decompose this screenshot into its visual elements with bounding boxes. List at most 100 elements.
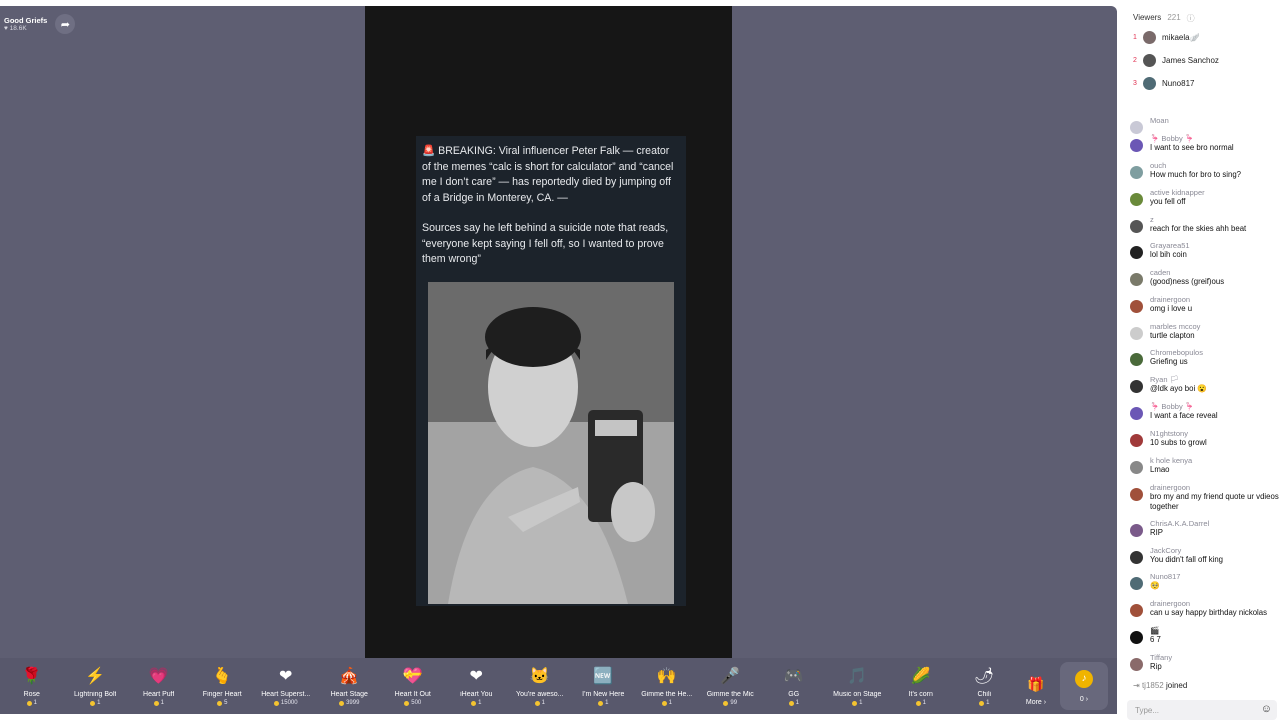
chat-message[interactable]: caden (good)ness (greif)ous (1130, 268, 1224, 287)
join-notice: ⇥ tj1852 joined (1133, 681, 1187, 690)
chat-message[interactable]: ChrisA.K.A.Darrel RIP (1130, 519, 1209, 538)
gift-name: Heart Superst... (261, 691, 311, 698)
chat-text: Lmao (1150, 465, 1170, 474)
coin-icon (788, 700, 794, 706)
chat-message[interactable]: JackCory You didn't fall off king (1130, 546, 1223, 565)
chat-message[interactable]: 🦩 Bobby 🦩 I want to see bro normal (1130, 134, 1234, 153)
chat-message[interactable]: k hole kenya Lmao (1130, 456, 1192, 475)
avatar (1130, 273, 1143, 286)
chat-text: 🥺 (1150, 581, 1160, 590)
more-gifts-button[interactable]: 🎁 More › (1016, 666, 1056, 706)
gift-name: Heart Stage (330, 691, 368, 698)
coin-icon (534, 700, 540, 706)
gift-price: 1 (598, 700, 608, 706)
avatar (1130, 488, 1143, 501)
gift-icon: 🌹 (21, 668, 42, 685)
top-viewer-row[interactable]: 2 James Sanchoz (1133, 54, 1219, 67)
gift-item[interactable]: 🎮 GG 1 (762, 666, 826, 706)
chat-message[interactable]: 🦩 Bobby 🦩 I want a face reveal (1130, 402, 1218, 421)
chat-username: 🦩 Bobby 🦩 (1150, 402, 1195, 411)
chat-username: drainergoon (1150, 295, 1191, 304)
viewers-count: 221 (1167, 13, 1181, 22)
avatar (1130, 577, 1143, 590)
share-icon[interactable]: ➦ (55, 14, 76, 34)
gift-item[interactable]: ❤ Heart Superst... 15000 (254, 666, 318, 706)
join-text: joined (1165, 681, 1188, 690)
viewer-rank: 1 (1133, 34, 1137, 41)
top-viewer-row[interactable]: 1 mikaela🪽 (1133, 31, 1200, 44)
gift-item[interactable]: 🐱 You're aweso... 1 (508, 666, 572, 706)
gift-name: Lightning Bolt (74, 691, 117, 698)
gift-item[interactable]: 🎵 Music on Stage 1 (826, 666, 890, 706)
chat-username: marbles mccoy (1150, 322, 1201, 331)
gift-icon: ⚡ (85, 668, 106, 685)
gift-item[interactable]: 🌹 Rose 1 (0, 666, 64, 706)
chat-text: omg i love u (1150, 304, 1193, 313)
gift-item[interactable]: ❤ iHeart You 1 (445, 666, 509, 706)
chat-message[interactable]: Nuno817 🥺 (1130, 572, 1180, 591)
gift-price: 1 (661, 700, 672, 706)
gift-item[interactable]: 🫰 Finger Heart 5 (191, 666, 255, 706)
gift-name: You're aweso... (516, 691, 564, 698)
gift-price: 15000 (273, 700, 298, 706)
gift-item[interactable]: 🙌 Gimme the He... 1 (635, 666, 699, 706)
viewer-name: mikaela🪽 (1162, 33, 1200, 42)
host-info[interactable]: Good Griefs ♥ 18.6K ➦ (4, 14, 76, 34)
post-text: 🚨 BREAKING: Viral influencer Peter Falk … (416, 136, 686, 268)
chat-message[interactable]: N1ghtstony 10 subs to growl (1130, 429, 1207, 448)
chat-text: Rip (1150, 662, 1162, 671)
gift-item[interactable]: 🎤 Gimme the Mic 99 (699, 666, 763, 706)
chat-message[interactable]: drainergoon omg i love u (1130, 295, 1192, 314)
gift-item[interactable]: 🎪 Heart Stage 3999 (318, 666, 382, 706)
chat-message[interactable]: drainergoon can u say happy birthday nick… (1130, 599, 1267, 618)
chat-message[interactable]: z reach for the skies ahh beat (1130, 215, 1246, 234)
coin-balance-button[interactable]: ♪ 0 › (1060, 662, 1108, 710)
top-viewer-row[interactable]: 3 Nuno817 (1133, 77, 1194, 90)
gift-icon: 🆕 (593, 668, 614, 685)
info-icon[interactable]: ⓘ (1187, 13, 1195, 24)
chat-message[interactable]: Moan (1130, 116, 1169, 134)
viewers-label: Viewers (1133, 13, 1162, 22)
gift-item[interactable]: 🌽 It's corn 1 (889, 666, 953, 706)
chat-message[interactable]: Grayarea51 lol bih coin (1130, 241, 1190, 260)
chat-message[interactable]: Chromebopulos Griefing us (1130, 348, 1203, 367)
gift-item[interactable]: 💝 Heart It Out 500 (381, 666, 445, 706)
chat-message[interactable]: 🎬 6 7 (1130, 626, 1161, 645)
join-user[interactable]: tj1852 (1142, 681, 1164, 690)
chat-message[interactable]: active kidnapper you fell off (1130, 188, 1205, 207)
chat-text: 10 subs to growl (1150, 438, 1207, 447)
video-player[interactable]: 🚨 BREAKING: Viral influencer Peter Falk … (365, 6, 732, 658)
chat-username: active kidnapper (1150, 188, 1205, 197)
chat-username: Nuno817 (1150, 572, 1181, 581)
post-photo (428, 282, 674, 604)
gift-name: Music on Stage (833, 691, 882, 698)
coin-icon (217, 700, 223, 706)
gift-item[interactable]: 🌶 Chili 1 (953, 666, 1017, 706)
viewers-header[interactable]: Viewers 221 ⓘ (1133, 13, 1195, 24)
avatar (1130, 658, 1143, 671)
gift-item[interactable]: 🆕 I'm New Here 1 (572, 666, 636, 706)
chat-message[interactable]: ouch How much for bro to sing? (1130, 161, 1241, 180)
gift-item[interactable]: ⚡ Lightning Bolt 1 (64, 666, 128, 706)
chat-text: you fell off (1150, 197, 1186, 206)
chat-message[interactable]: marbles mccoy turtle clapton (1130, 322, 1200, 341)
chat-username: k hole kenya (1150, 456, 1193, 465)
emoji-icon[interactable]: ☺ (1261, 703, 1272, 715)
chat-username: z (1150, 215, 1154, 224)
coin-icon (852, 700, 858, 706)
gift-icon: 🎮 (783, 668, 804, 685)
host-likes: ♥ 18.6K (4, 25, 27, 32)
gift-item[interactable]: 💗 Heart Puff 1 (127, 666, 191, 706)
gift-icon: ❤ (279, 668, 293, 685)
avatar (1130, 631, 1143, 644)
chat-text: I want to see bro normal (1150, 143, 1234, 152)
chat-input[interactable]: Type... ☺ (1127, 700, 1277, 720)
avatar (1143, 77, 1156, 90)
avatar (1130, 139, 1143, 152)
chat-message[interactable]: Tiffany Rip (1130, 653, 1172, 672)
host-name: Good Griefs (4, 16, 48, 25)
chat-text: Griefing us (1150, 357, 1188, 366)
chat-message[interactable]: drainergoon bro my and my friend quote ur… (1130, 483, 1280, 512)
live-stage: Good Griefs ♥ 18.6K ➦ 🚨 BREAKING: Viral … (0, 6, 1117, 658)
chat-message[interactable]: Ryan 🏳 @ldk ayo boi 😮 (1130, 375, 1207, 394)
